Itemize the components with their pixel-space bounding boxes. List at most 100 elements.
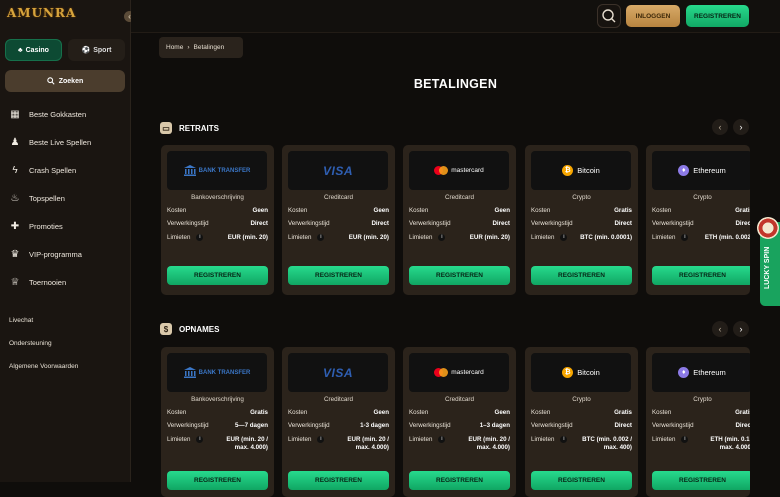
page-title: BETALINGEN	[413, 77, 498, 91]
fee-label: Kosten	[652, 409, 672, 416]
info-icon[interactable]: i	[560, 436, 568, 443]
register-card-button[interactable]: REGISTREREN	[652, 471, 750, 490]
payment-logo-text: Bitcoin	[577, 166, 600, 175]
processing-label: Verwerkingstijd	[531, 220, 573, 227]
sidebar-item-beste-gokkasten[interactable]: ▦ Beste Gokkasten	[0, 100, 131, 128]
register-card-button[interactable]: REGISTREREN	[167, 266, 268, 285]
lightning-icon: ϟ	[12, 164, 18, 176]
payment-logo: mastercard	[409, 353, 509, 392]
bank-transfer-logo: BANK TRANSFER	[183, 367, 250, 378]
fee-label: Kosten	[652, 207, 672, 214]
limits-label: Limieten	[167, 234, 191, 242]
payment-card: VISA Creditcard Kosten Geen Verwerkingstijd D…	[282, 145, 395, 295]
processing-value: 1–3 dagen	[479, 422, 510, 429]
limits-value: ETH (min. 0.002)	[704, 234, 750, 241]
fee-value: Gratis	[614, 409, 632, 416]
limits-row: Limieten i EUR (min. 20)	[409, 234, 510, 242]
payment-card: ₿ Bitcoin Crypto Kosten Gratis Verwerkingstij…	[525, 347, 638, 497]
dealer-icon: ♟	[10, 136, 20, 148]
sidebar-item-live-spellen[interactable]: ♟ Beste Live Spellen	[0, 128, 131, 156]
payment-card: BANK TRANSFER Bankoverschrijving Kosten Gee…	[161, 145, 274, 295]
processing-label: Verwerkingstijd	[409, 422, 451, 429]
breadcrumb: Home › Betalingen	[159, 37, 243, 58]
sidebar-item-crash-spellen[interactable]: ϟ Crash Spellen	[0, 156, 131, 184]
info-icon[interactable]: i	[196, 436, 204, 443]
top-bar	[131, 0, 780, 33]
visa-logo: VISA	[322, 163, 353, 178]
limits-row: Limieten i ETH (min. 0.1 / max. 4.000)	[652, 436, 750, 452]
limits-row: Limieten i BTC (min. 0.0001)	[531, 234, 632, 242]
processing-value: Direct	[735, 422, 750, 429]
prev-arrow-button[interactable]: ‹	[712, 321, 728, 337]
payment-type: Creditcard	[444, 396, 475, 403]
info-icon[interactable]: i	[681, 234, 689, 241]
link-ondersteuning[interactable]: Ondersteuning	[9, 339, 78, 362]
fee-value: Geen	[373, 409, 389, 416]
limits-label: Limieten	[288, 436, 312, 444]
tab-casino[interactable]: ♣ Casino	[5, 39, 62, 61]
mastercard-logo: mastercard	[434, 166, 484, 175]
breadcrumb-home[interactable]: Home	[166, 44, 183, 51]
gift-icon: ✚	[10, 220, 20, 232]
info-icon[interactable]: i	[681, 436, 689, 443]
sidebar-item-vip[interactable]: ♛ VIP-programma	[0, 240, 131, 268]
info-icon[interactable]: i	[560, 234, 568, 241]
next-arrow-button[interactable]: ›	[733, 119, 749, 135]
info-icon[interactable]: i	[317, 234, 325, 241]
register-card-button[interactable]: REGISTREREN	[652, 266, 750, 285]
link-voorwaarden[interactable]: Algemene Voorwaarden	[9, 362, 78, 385]
limits-label: Limieten	[531, 436, 555, 444]
fee-row: Kosten Geen	[409, 207, 510, 214]
info-icon[interactable]: i	[317, 436, 325, 443]
info-icon[interactable]: i	[438, 436, 446, 443]
register-card-button[interactable]: REGISTREREN	[409, 471, 510, 490]
search-icon	[47, 77, 55, 85]
sidebar-item-promoties[interactable]: ✚ Promoties	[0, 212, 131, 240]
sidebar-nav: ▦ Beste Gokkasten ♟ Beste Live Spellen ϟ Cr…	[0, 100, 131, 296]
fee-value: Gratis	[735, 207, 750, 214]
limits-label: Limieten	[652, 234, 676, 242]
club-icon: ♣	[18, 46, 23, 54]
register-button[interactable]: REGISTREREN	[686, 5, 749, 27]
processing-row: Verwerkingstijd 5—7 dagen	[167, 422, 268, 429]
payment-logo: ♦ Ethereum	[652, 151, 750, 190]
register-card-button[interactable]: REGISTREREN	[409, 266, 510, 285]
next-arrow-button[interactable]: ›	[733, 321, 749, 337]
limits-label: Limieten	[288, 234, 312, 242]
limits-row: Limieten i EUR (min. 20 / max. 4.000)	[167, 436, 268, 452]
processing-row: Verwerkingstijd Direct	[531, 422, 632, 429]
processing-value: Direct	[614, 422, 632, 429]
payment-type: Crypto	[693, 396, 712, 403]
lucky-spin-label[interactable]: LUCKY SPIN	[764, 233, 778, 303]
sidebar: AMUNRA ‹ ♣ Casino ⚽ Sport Zoeken ▦ Beste …	[0, 0, 135, 482]
link-livechat[interactable]: Livechat	[9, 316, 78, 339]
breadcrumb-current: Betalingen	[193, 44, 225, 51]
processing-label: Verwerkingstijd	[288, 220, 330, 227]
login-button[interactable]: INLOGGEN	[626, 5, 680, 27]
register-card-button[interactable]: REGISTREREN	[167, 471, 268, 490]
tab-sport[interactable]: ⚽ Sport	[68, 39, 125, 61]
info-icon[interactable]: i	[438, 234, 446, 241]
payment-logo: VISA	[288, 151, 388, 190]
limits-value: EUR (min. 20)	[469, 234, 510, 241]
payment-card: ♦Ethereum Crypto Kosten Gratis Verwerkingsti…	[646, 347, 750, 497]
payment-logo: ₿ Bitcoin	[531, 353, 631, 392]
search-button[interactable]: Zoeken	[5, 70, 125, 92]
sidebar-item-toernooien[interactable]: ♕ Toernooien	[0, 268, 131, 296]
sidebar-item-topspellen[interactable]: ♨ Topspellen	[0, 184, 131, 212]
register-card-button[interactable]: REGISTREREN	[531, 266, 632, 285]
header-search-button[interactable]	[597, 4, 621, 28]
wheel-icon[interactable]	[757, 217, 779, 239]
register-card-button[interactable]: REGISTREREN	[288, 471, 389, 490]
processing-label: Verwerkingstijd	[288, 422, 330, 429]
prev-arrow-button[interactable]: ‹	[712, 119, 728, 135]
brand-logo[interactable]: AMUNRA	[7, 6, 75, 26]
payment-type: Creditcard	[444, 194, 475, 201]
bitcoin-logo: ₿ Bitcoin	[562, 367, 600, 378]
bank-transfer-logo: BANK TRANSFER	[183, 165, 250, 176]
info-icon[interactable]: i	[196, 234, 204, 241]
limits-label: Limieten	[167, 436, 191, 444]
register-card-button[interactable]: REGISTREREN	[531, 471, 632, 490]
register-card-button[interactable]: REGISTREREN	[288, 266, 389, 285]
ball-icon: ⚽	[81, 47, 91, 54]
